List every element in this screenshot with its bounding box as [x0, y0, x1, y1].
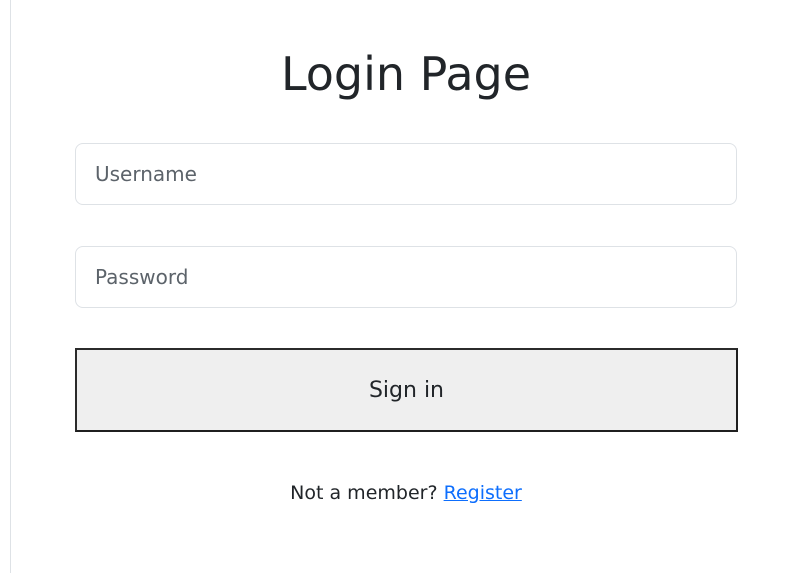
register-prompt-text: Not a member?	[290, 482, 438, 504]
password-input[interactable]	[75, 246, 737, 308]
sign-in-button[interactable]: Sign in	[75, 348, 738, 432]
page-title: Login Page	[280, 47, 532, 101]
register-link[interactable]: Register	[444, 482, 522, 504]
register-prompt: Not a member? Register	[0, 478, 787, 508]
username-input[interactable]	[75, 143, 737, 205]
